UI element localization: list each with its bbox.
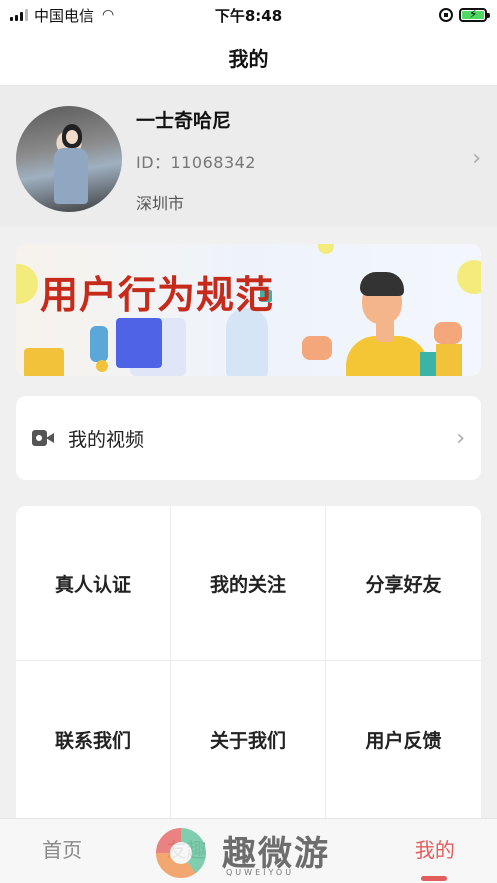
orientation-lock-icon [439, 8, 453, 22]
grid-item-about-us[interactable]: 关于我们 [171, 661, 326, 818]
wifi-icon: ◠ [102, 7, 115, 23]
video-camera-icon [32, 430, 54, 446]
avatar[interactable] [16, 106, 122, 212]
tab-mine[interactable]: 我的 [373, 819, 497, 883]
username: 一士奇哈尼 [136, 110, 232, 132]
carrier-name: 中国电信 [34, 6, 95, 25]
profile-card[interactable]: 一士奇哈尼 ID：11068342 深圳市 › [0, 86, 497, 226]
user-city: 深圳市 [136, 194, 185, 213]
grid-item-feedback[interactable]: 用户反馈 [326, 661, 481, 818]
page-title: 我的 [0, 30, 497, 86]
tab-messages[interactable] [249, 819, 373, 883]
grid-item-identity-verification[interactable]: 真人认证 [16, 506, 171, 661]
active-tab-indicator [421, 876, 447, 881]
feature-grid: 真人认证 我的关注 分享好友 联系我们 关于我们 用户反馈 [16, 506, 481, 818]
status-bar: 中国电信 ◠ 下午8:48 ⚡ [0, 0, 497, 30]
chevron-right-icon: › [472, 146, 481, 171]
signal-icon [10, 9, 28, 21]
chevron-right-icon: › [456, 425, 465, 451]
tab-friends[interactable]: 友趣 [124, 819, 248, 883]
grid-item-contact-us[interactable]: 联系我们 [16, 661, 171, 818]
battery-icon: ⚡ [459, 7, 490, 22]
banner-title: 用户行为规范 [40, 273, 275, 317]
grid-item-my-follows[interactable]: 我的关注 [171, 506, 326, 661]
my-videos-row[interactable]: 我的视频 › [16, 396, 481, 480]
grid-item-share-friends[interactable]: 分享好友 [326, 506, 481, 661]
my-videos-label: 我的视频 [68, 428, 145, 451]
guidelines-banner[interactable]: 用户行为规范 [16, 244, 481, 376]
user-id: ID：11068342 [136, 153, 256, 172]
tab-home[interactable]: 首页 [0, 819, 124, 883]
tab-bar: 首页 友趣 我的 [0, 818, 497, 883]
